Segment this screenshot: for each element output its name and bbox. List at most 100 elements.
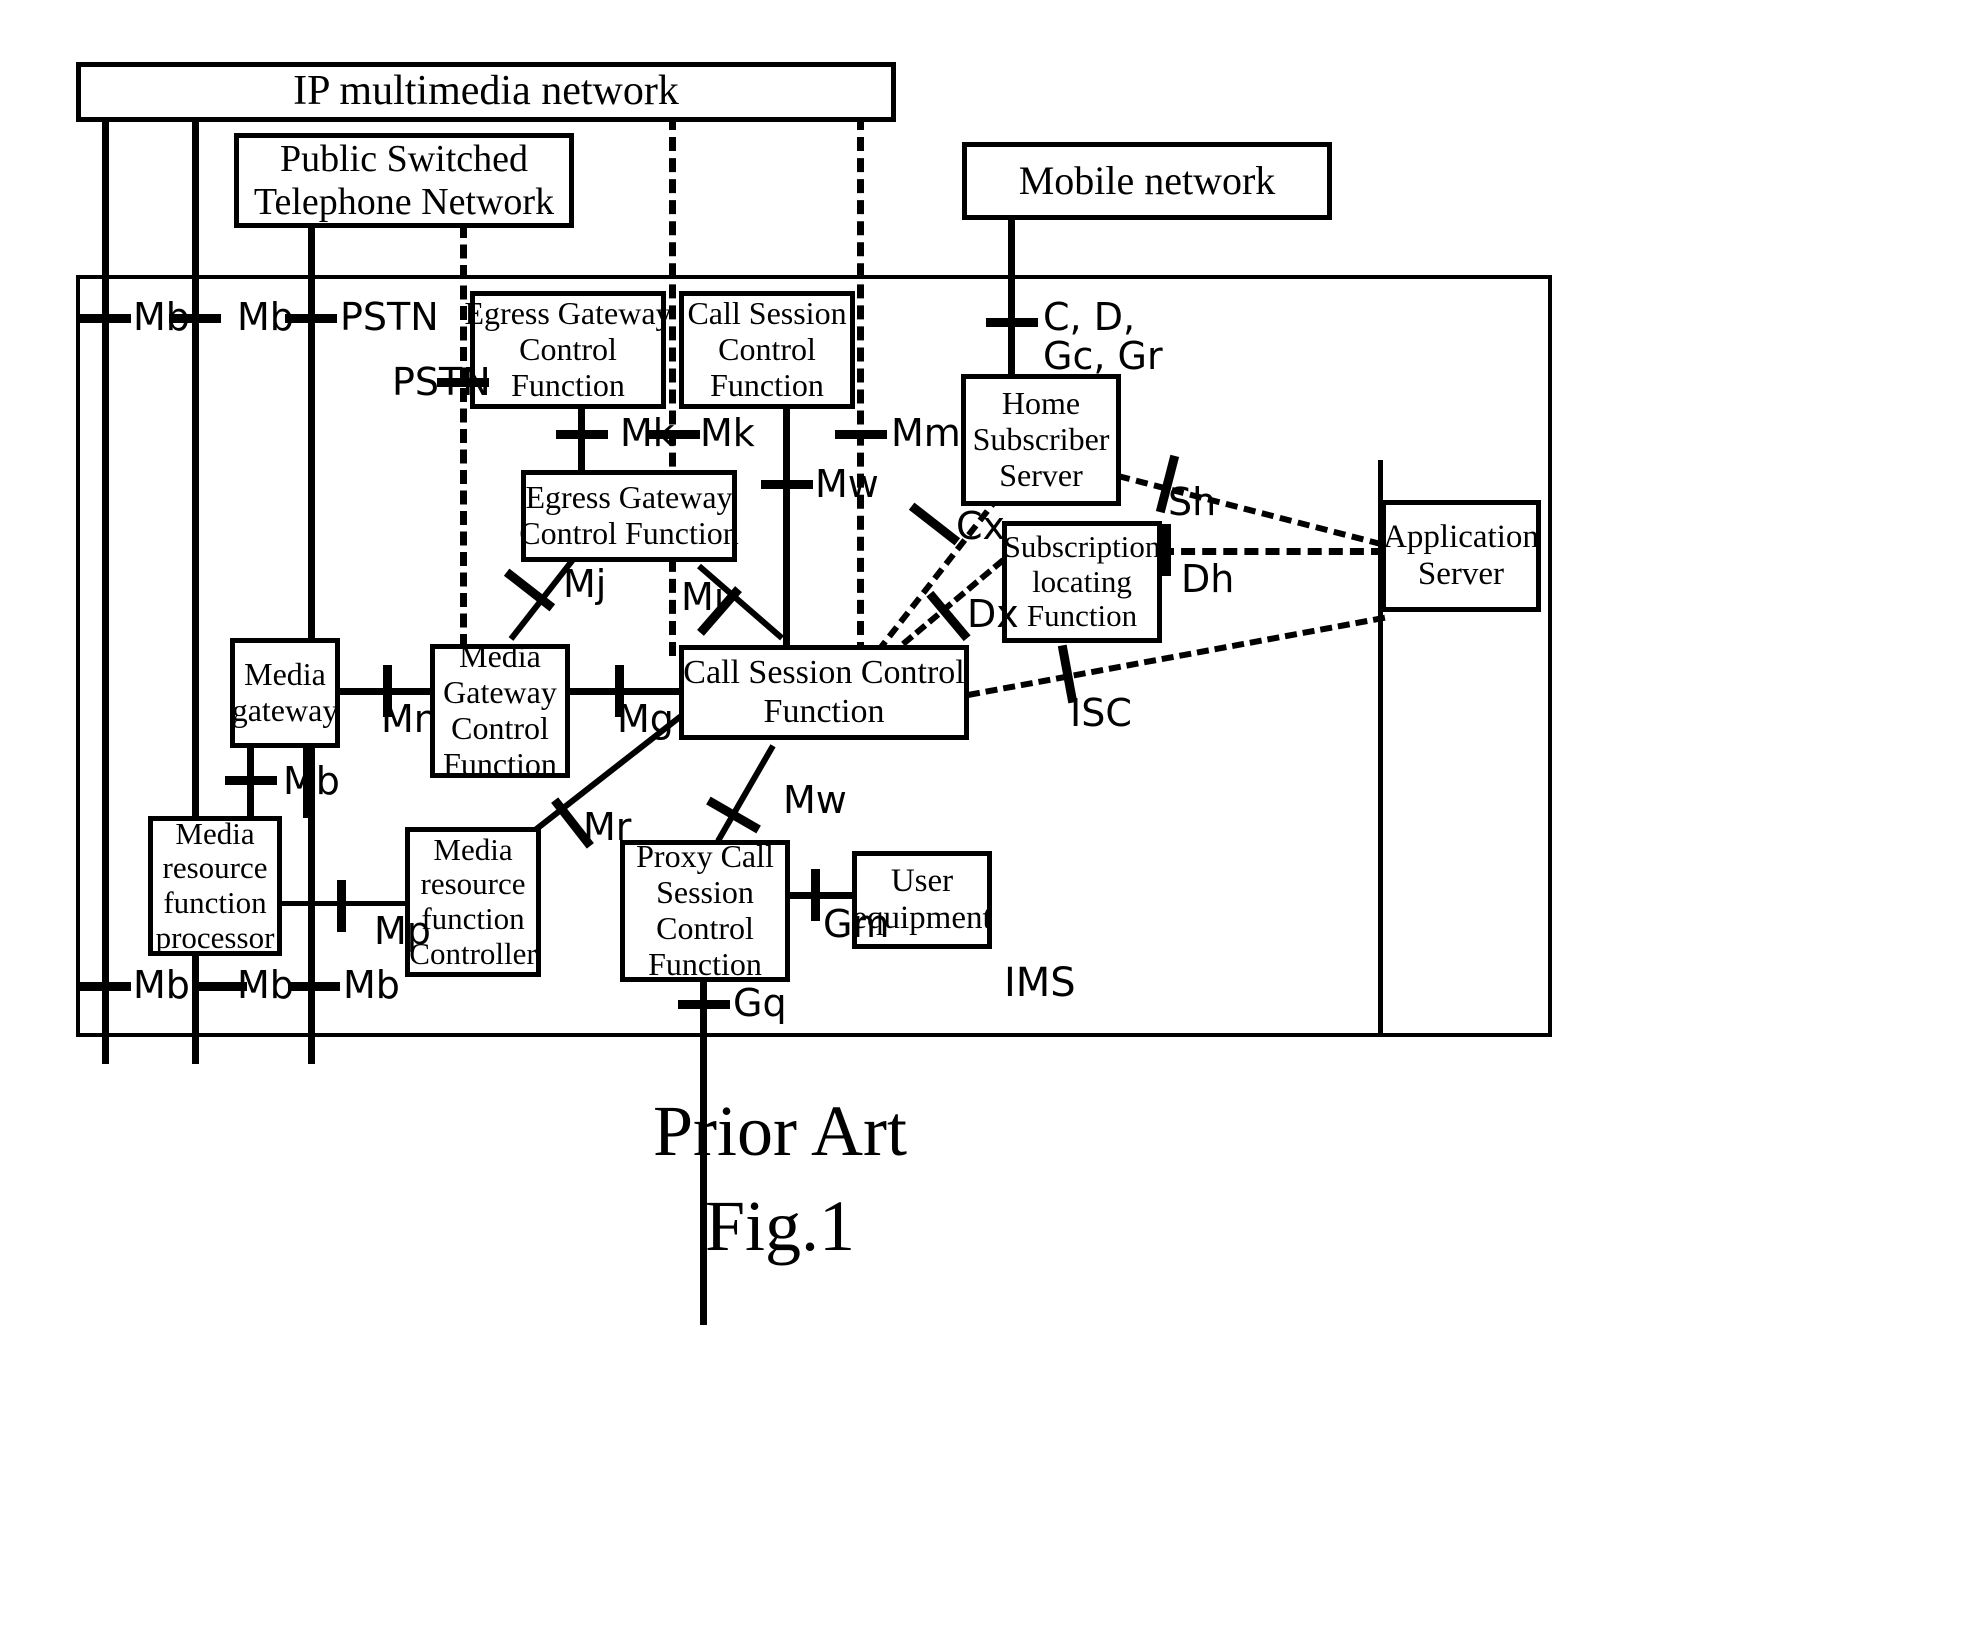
node-application-server[interactable]: Application Server [1381,500,1541,612]
node-label-line3: Function [511,366,625,403]
node-label-line1: Call Session [687,295,847,332]
tick-mm [835,430,887,439]
node-label-line2: Function [763,692,885,730]
node-label-line1: Call Session Control [683,654,965,692]
node-label-line1: User [890,863,954,900]
node-media-resource-function-processor[interactable]: Media resource function processor [148,816,282,956]
node-label-line3: Control [656,910,754,946]
label-mn: Mn [381,697,438,741]
node-label-line3: Control [451,710,549,746]
node-label-line3: function [163,885,267,920]
tick-mb-top-1 [79,314,131,323]
egress-gw-top-drop [578,409,585,479]
figure-canvas: IP multimedia network Public Switched Te… [0,0,1982,1632]
link-gm [786,892,856,899]
label-mg: Mg [617,697,674,741]
node-label-line1: Application [1383,519,1539,556]
label-dx: Dx [967,592,1019,636]
node-label-line1: Media [175,815,255,851]
gq-drop-line [700,980,707,1325]
node-label-line3: Function [710,366,824,403]
node-home-subscriber-server[interactable]: Home Subscriber Server [961,374,1121,506]
label-mb-top-2: Mb [237,295,294,339]
tick-gm [811,869,820,921]
label-mi: Mi [681,575,725,619]
tick-gq [678,1000,730,1009]
label-gq: Gq [733,981,787,1025]
node-egress-gateway-control-function-top[interactable]: Egress Gateway Control Function [464,291,672,409]
label-sh: Sh [1168,480,1217,524]
label-cx: Cx [956,504,1006,548]
node-public-switched-telephone-network[interactable]: Public Switched Telephone Network [234,133,574,228]
node-subscription-locating-function[interactable]: Subscription locating Function [1002,521,1162,643]
node-call-session-control-function-top[interactable]: Call Session Control Function [679,291,855,409]
node-label-line2: Control [519,331,617,368]
node-label-line1: Media [433,831,513,867]
link-dh-slf-to-application-server [1160,548,1385,555]
label-ims: IMS [1004,960,1076,1006]
node-label-line2: resource [162,850,268,886]
tick-mp [337,880,346,932]
node-label-line1: Proxy Call [636,838,774,875]
label-mb-bot-2: Mb [237,963,294,1007]
label-dh: Dh [1181,557,1235,601]
node-label-line4: Function [648,945,762,982]
node-label-line2: Control Function [519,515,739,551]
node-label-line2: gateway [231,692,339,728]
node-label-line3: Function [1026,598,1138,634]
label-pstn-left: PSTN [392,360,491,404]
node-mobile-network[interactable]: Mobile network [962,142,1332,220]
label-mp: Mp [374,909,431,953]
label-mb-mgw: Mb [283,759,340,803]
node-label-line2: resource [420,866,526,902]
node-media-resource-function-controller[interactable]: Media resource function Controller [405,827,541,977]
tick-c-d-gc-gr [986,318,1038,327]
node-label-line4: Function [443,745,557,782]
node-label-line2: Subscriber [972,421,1110,458]
node-media-gateway[interactable]: Media gateway [230,638,340,748]
node-label-line1: Media [244,656,326,693]
node-media-gateway-control-function[interactable]: Media Gateway Control Function [430,639,570,782]
node-label-line1: Home [1001,385,1081,422]
node-label-line4: processor [155,919,275,955]
node-label-line1: Egress Gateway [464,295,672,332]
node-proxy-call-session-control-function[interactable]: Proxy Call Session Control Function [620,838,790,982]
label-isc: ISC [1070,691,1132,735]
tick-mb-bot-3 [288,982,340,991]
label-mb-top-1: Mb [133,295,190,339]
label-mm: Mm [891,411,961,455]
trunk-line-6 [783,400,790,650]
node-label: IP multimedia network [293,68,679,115]
trunk-line-pstn-dashed [460,224,467,648]
node-label-line2: locating [1032,563,1132,599]
label-gm: Gm [823,902,890,946]
node-label-line2: Control [718,331,816,368]
label-c-d: C, D, [1043,295,1136,339]
trunk-line-7-dashed [857,116,864,656]
tick-mb-mgw [225,776,277,785]
tick-mk-1 [556,430,608,439]
node-label-line2: Session [656,874,754,911]
node-label-line2: Server [1417,556,1505,592]
node-label-line1: Public Switched [279,137,529,180]
label-mj: Mj [563,562,607,606]
label-gc-gr: Gc, Gr [1043,334,1163,378]
label-mw-upper: Mw [815,462,879,506]
label-mr: Mr [583,805,632,849]
tick-mb-bot-1 [79,982,131,991]
node-label-line2: Telephone Network [253,180,555,223]
link-mg [566,688,682,695]
label-mk-1: Mk [620,411,675,455]
node-label-line1: Media [459,638,541,675]
label-pstn-top: PSTN [340,295,439,339]
label-mb-bot-3: Mb [343,963,400,1007]
node-label-line3: Server [999,456,1083,493]
node-label-line1: Subscription [1003,528,1161,564]
caption-prior-art: Prior Art [652,1091,907,1171]
trunk-line-1 [102,116,109,1064]
node-egress-gateway-control-function-mid[interactable]: Egress Gateway Control Function [519,470,739,562]
node-ip-multimedia-network[interactable]: IP multimedia network [76,62,896,122]
node-call-session-control-function-mid[interactable]: Call Session Control Function [679,645,969,740]
label-mb-bot-1: Mb [133,963,190,1007]
tick-dh [1162,524,1171,576]
